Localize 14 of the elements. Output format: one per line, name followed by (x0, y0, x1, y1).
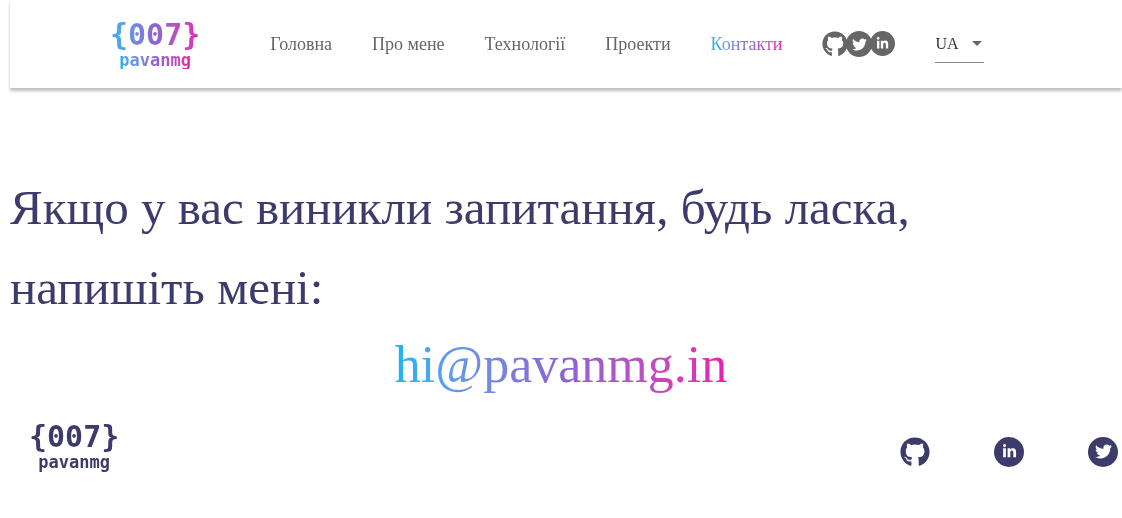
linkedin-icon[interactable] (870, 31, 896, 56)
caret-icon (972, 41, 983, 46)
linkedin-icon[interactable] (994, 436, 1024, 467)
footer-logo[interactable]: {007} pavanmg (29, 422, 120, 471)
bird-icon[interactable] (1088, 436, 1118, 467)
github-icon[interactable] (900, 436, 930, 467)
language-select[interactable]: UA (935, 25, 985, 63)
nav-link[interactable]: Про мене (372, 30, 445, 58)
github-icon[interactable] (822, 31, 849, 57)
nav-link[interactable]: Проекти (605, 30, 671, 58)
nav-link[interactable]: Головна (270, 30, 332, 58)
contact-heading: Якщо у вас виникли запитання, будь ласка, напишіть мені: (10, 179, 911, 317)
nav-link[interactable]: Технології (484, 30, 566, 58)
bird-icon[interactable] (846, 31, 873, 57)
